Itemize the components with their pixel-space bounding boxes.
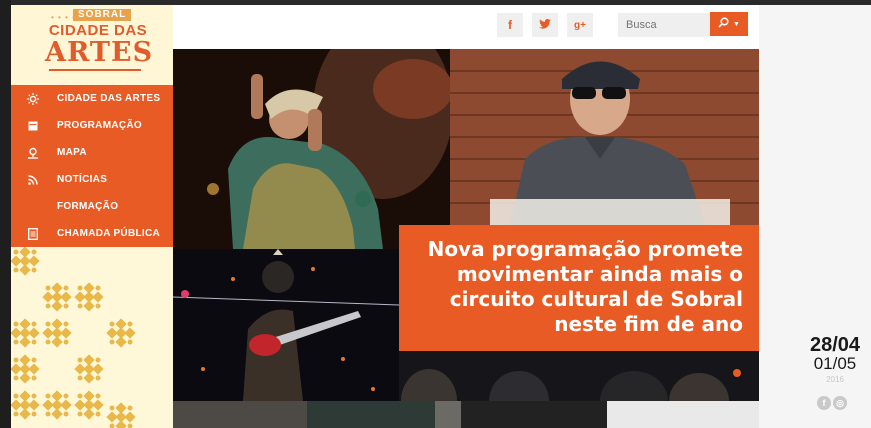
hero-headline: Nova programação promete movimentar aind…	[427, 237, 743, 336]
decorative-pattern	[11, 247, 173, 428]
search-icon	[718, 17, 729, 31]
portrait-image	[450, 49, 759, 225]
menu-label: FORMAÇÃO	[57, 201, 119, 212]
hero-caption[interactable]: Nova programação promete movimentar aind…	[399, 225, 759, 351]
menu-item-cidade-das-artes[interactable]: CIDADE DAS ARTES	[11, 85, 173, 112]
twitter-button[interactable]	[532, 13, 558, 37]
menu-label: CIDADE DAS ARTES	[57, 93, 161, 104]
hero-photo-band[interactable]	[399, 351, 759, 401]
sun-icon	[27, 92, 39, 105]
facebook-icon: f	[508, 18, 512, 32]
thumbnail-placeholder	[607, 401, 759, 428]
logo-badge: SOBRAL	[73, 9, 132, 21]
thumbnail-1[interactable]	[173, 401, 307, 428]
dancer-image	[173, 49, 450, 249]
page: • • • • • SOBRAL CIDADE DAS ARTES CIDADE…	[11, 5, 759, 428]
thumbnail-2[interactable]	[307, 401, 435, 428]
instagram-share-icon[interactable]: ◎	[833, 396, 847, 410]
search-input[interactable]	[618, 13, 710, 37]
tile-pattern-graphic	[11, 247, 136, 428]
rss-icon	[27, 174, 39, 186]
logo-title-line2: ARTES	[45, 37, 154, 68]
menu-item-noticias[interactable]: NOTÍCIAS	[11, 166, 173, 193]
menu-label: CHAMADA PÚBLICA	[57, 228, 161, 239]
logo-underline	[49, 69, 141, 71]
window-left-frame	[0, 0, 11, 428]
hero-photo-portrait[interactable]	[450, 49, 759, 225]
menu-item-chamada-publica[interactable]: CHAMADA PÚBLICA	[11, 220, 173, 247]
calendar-icon	[27, 120, 39, 132]
twitter-icon	[539, 18, 551, 32]
thumbnail-3[interactable]	[435, 401, 461, 428]
menu-label: NOTÍCIAS	[57, 174, 108, 185]
sidebar: • • • • • SOBRAL CIDADE DAS ARTES CIDADE…	[11, 5, 173, 428]
hero-slider[interactable]: Nova programação promete movimentar aind…	[173, 49, 759, 401]
site-logo[interactable]: • • • • • SOBRAL CIDADE DAS ARTES	[11, 5, 173, 85]
guitarist-image	[173, 249, 399, 401]
main-menu: CIDADE DAS ARTES PROGRAMAÇÃO MAPA NOTÍCI…	[11, 85, 173, 247]
slider-dot[interactable]	[733, 369, 741, 377]
menu-label: PROGRAMAÇÃO	[57, 120, 142, 131]
facebook-share-icon[interactable]: f	[817, 396, 831, 410]
google-plus-button[interactable]: g+	[567, 13, 593, 37]
share-icons: f ◎	[817, 396, 847, 410]
event-end-date: 01/05	[813, 354, 857, 373]
search-button[interactable]: ▼	[710, 12, 748, 36]
thumbnail-4[interactable]	[461, 401, 607, 428]
thumbnail-strip	[173, 401, 759, 428]
menu-item-formacao[interactable]: FORMAÇÃO	[11, 193, 173, 220]
header-bar: f g+ ▼	[173, 5, 759, 49]
hero-photo-guitarist[interactable]	[173, 249, 399, 401]
chevron-down-icon: ▼	[733, 20, 740, 28]
menu-item-programacao[interactable]: PROGRAMAÇÃO	[11, 112, 173, 139]
facebook-button[interactable]: f	[497, 13, 523, 37]
document-icon	[27, 227, 39, 240]
menu-label: MAPA	[57, 147, 87, 158]
google-plus-icon: g+	[574, 19, 586, 31]
search-box	[618, 13, 710, 37]
map-pin-icon	[27, 147, 39, 159]
event-year: 2016	[826, 375, 844, 384]
menu-item-mapa[interactable]: MAPA	[11, 139, 173, 166]
hero-photo-dancer[interactable]	[173, 49, 450, 249]
event-date-panel: 28/04 01/05 2016 f ◎	[759, 5, 871, 428]
band-image	[399, 351, 759, 401]
